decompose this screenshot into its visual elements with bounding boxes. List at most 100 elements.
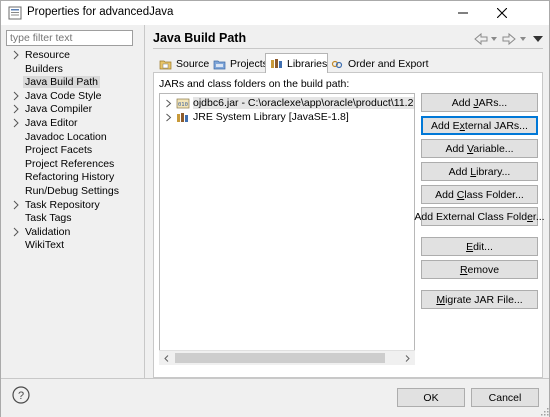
list-item-ojdbc6-jar[interactable]: 010 ojdbc6.jar - C:\oraclexe\app\oracle\… [160,97,414,110]
expand-arrow-icon[interactable] [12,91,20,101]
sidebar-item-resource[interactable]: Resource [1,49,141,62]
expand-arrow-icon[interactable] [12,50,20,60]
sash-divider[interactable] [144,25,145,378]
forward-icon[interactable] [502,32,516,46]
sidebar-item-label: Javadoc Location [25,130,107,143]
sidebar-item-label: Refactoring History [25,171,115,184]
forward-menu-chevron-icon[interactable] [520,37,526,41]
order-export-icon [331,60,343,68]
sidebar-item-wikitext[interactable]: WikiText [1,239,141,252]
scroll-left-icon[interactable] [163,355,170,362]
sidebar-item-project-facets[interactable]: Project Facets [1,144,141,157]
back-menu-chevron-icon[interactable] [491,37,497,41]
sidebar-item-task-repository[interactable]: Task Repository [1,199,141,212]
sidebar-item-label: Resource [25,49,70,61]
close-icon [497,8,507,18]
tab-label: Projects [230,58,268,70]
sidebar-item-run-debug-settings[interactable]: Run/Debug Settings [1,185,141,198]
scrollbar-thumb[interactable] [175,353,385,363]
tab-source[interactable]: Source [155,55,209,73]
sidebar-item-javadoc-location[interactable]: Javadoc Location [1,131,141,144]
sidebar-item-label: Project References [25,157,115,170]
add-variable-button[interactable]: Add Variable... [421,139,538,158]
horizontal-scrollbar[interactable] [159,350,415,365]
svg-text:010: 010 [178,102,188,108]
add-class-folder-button[interactable]: Add Class Folder... [421,185,538,204]
button-label: Edit... [466,240,493,253]
button-label: Add Library... [448,165,511,178]
expand-arrow-icon[interactable] [12,104,20,114]
sidebar-item-java-compiler[interactable]: Java Compiler [1,103,141,116]
jar-icon: 010 [176,98,190,109]
dialog-button-bar [1,378,549,417]
minimize-icon [458,12,468,14]
properties-dialog: Properties for advancedJava Resource Bui… [0,0,550,417]
build-path-entries-list[interactable]: 010 ojdbc6.jar - C:\oraclexe\app\oracle\… [159,93,415,365]
edit-button[interactable]: Edit... [421,237,538,256]
scroll-right-icon[interactable] [404,355,411,362]
sidebar-item-label: Java Code Style [25,89,102,102]
back-icon[interactable] [474,32,488,46]
tab-label: Order and Export [348,58,429,70]
button-label: Add Variable... [445,142,514,155]
button-label: Add Class Folder... [435,188,524,201]
sidebar-item-java-code-style[interactable]: Java Code Style [1,90,141,103]
sidebar-item-validation[interactable]: Validation [1,226,141,239]
projects-icon [213,60,226,69]
expand-arrow-icon[interactable] [12,118,20,128]
sidebar-item-label: Run/Debug Settings [25,185,119,197]
add-external-jars-button[interactable]: Add External JARs... [421,116,538,135]
tab-libraries[interactable]: Libraries [265,53,329,73]
sidebar-item-label: Project Facets [25,144,93,157]
minimize-button[interactable] [446,1,480,25]
expand-arrow-icon[interactable] [12,200,20,210]
list-item-label: ojdbc6.jar - C:\oraclexe\app\oracle\prod… [193,97,414,109]
sidebar-item-java-editor[interactable]: Java Editor [1,117,141,130]
list-item-label: JRE System Library [JavaSE-1.8] [193,110,349,123]
expand-arrow-icon[interactable] [165,99,172,108]
expand-arrow-icon[interactable] [165,113,172,122]
sidebar-item-label: Builders [25,62,63,75]
sidebar-item-task-tags[interactable]: Task Tags [1,212,141,225]
button-label: Cancel [488,391,522,404]
tab-projects[interactable]: Projects [209,55,268,73]
sidebar-item-label: WikiText [25,239,65,252]
sidebar-item-builders[interactable]: Builders [1,63,141,76]
sidebar-item-label: Validation [25,225,71,238]
tab-label: Source [176,58,210,70]
library-icon [177,112,188,122]
add-external-class-folder-button[interactable]: Add External Class Folder... [414,207,545,226]
expand-arrow-icon[interactable] [12,227,20,237]
add-library-button[interactable]: Add Library... [421,162,538,181]
migrate-jar-file-button[interactable]: Migrate JAR File... [421,290,538,309]
svg-text:?: ? [18,390,24,402]
source-folder-icon [159,60,172,69]
button-label: Add External JARs... [431,119,528,132]
sidebar-item-refactoring-history[interactable]: Refactoring History [1,171,141,184]
tab-order-and-export[interactable]: Order and Export [327,55,429,73]
title-bar: Properties for advancedJava [1,1,549,25]
remove-button[interactable]: Remove [421,260,538,279]
properties-app-icon [8,6,22,20]
help-icon[interactable]: ? [12,386,30,404]
cancel-button[interactable]: Cancel [471,388,539,407]
view-menu-icon[interactable] [533,36,543,42]
page-navigation [474,32,543,46]
ok-button[interactable]: OK [397,388,465,407]
sidebar-item-label: Task Tags [25,212,72,225]
resize-grip-icon[interactable] [539,406,549,416]
button-label: Migrate JAR File... [436,293,523,306]
sidebar-item-java-build-path[interactable]: Java Build Path [1,76,141,89]
list-item-jre-system-library[interactable]: JRE System Library [JavaSE-1.8] [160,110,414,124]
button-label: Add JARs... [451,96,508,109]
button-label: Add External Class Folder... [414,210,545,223]
footer-separator [1,378,549,379]
window-title: Properties for advancedJava [27,6,174,18]
sidebar-item-label: Java Compiler [25,103,93,116]
filter-input[interactable] [6,30,133,46]
libraries-icon [271,59,282,68]
sidebar-item-project-references[interactable]: Project References [1,158,141,171]
sidebar-item-label: Java Editor [25,117,78,129]
add-jars-button[interactable]: Add JARs... [421,93,538,112]
close-button[interactable] [485,1,519,25]
